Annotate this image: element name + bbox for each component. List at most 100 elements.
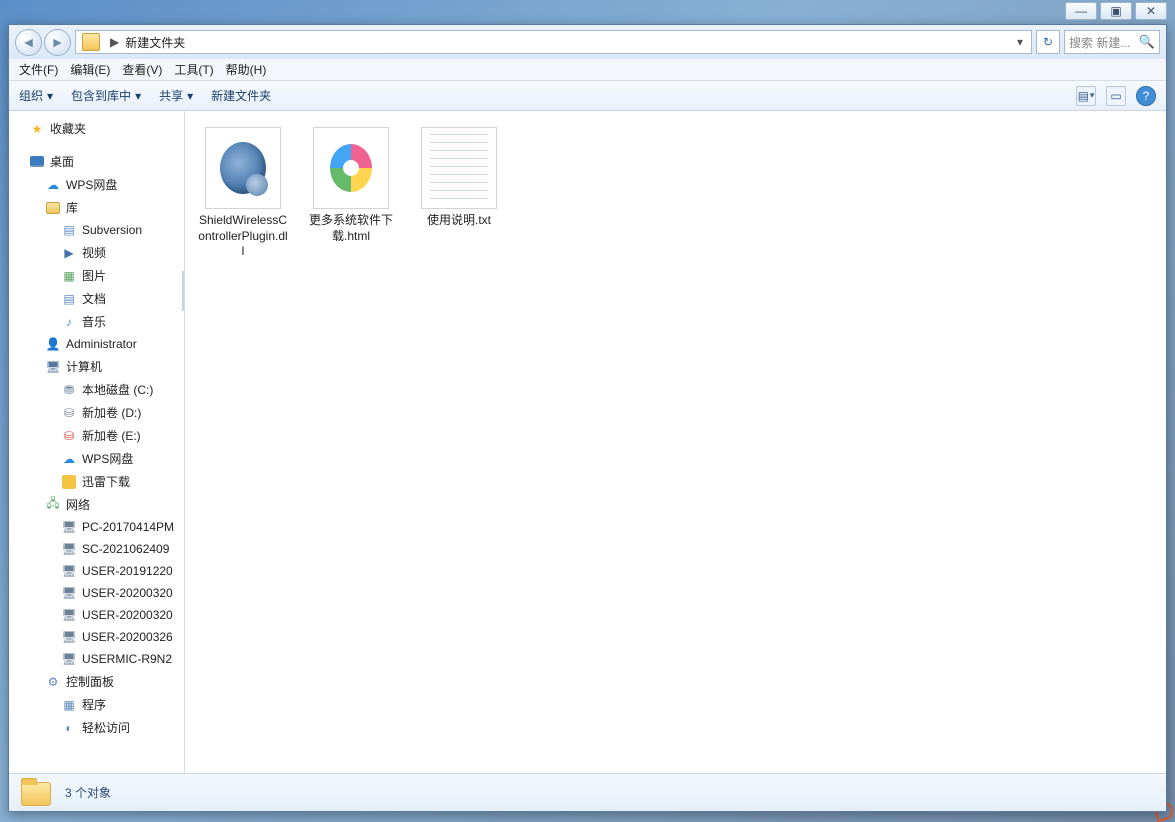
- file-name: ShieldWirelessControllerPlugin.dll: [197, 213, 289, 260]
- html-icon: [313, 127, 389, 209]
- tree-net-pc[interactable]: 🖥USER-20200320: [9, 582, 184, 604]
- back-button[interactable]: ◄: [15, 29, 42, 56]
- computer-icon: 🖥: [45, 359, 61, 375]
- user-icon: 👤: [45, 336, 61, 352]
- tree-net-pc[interactable]: 🖥USER-20191220: [9, 560, 184, 582]
- minimize-button[interactable]: —: [1065, 2, 1097, 20]
- pc-icon: 🖥: [61, 541, 77, 557]
- tree-subversion[interactable]: ▤Subversion: [9, 219, 184, 241]
- file-item[interactable]: ShieldWirelessControllerPlugin.dll: [193, 123, 293, 264]
- maximize-button[interactable]: ▣: [1100, 2, 1132, 20]
- video-icon: ▶: [61, 245, 77, 261]
- tree: ★收藏夹 桌面 ☁WPS网盘 库 ▤Subversion ▶视频 ▦图片 ▤文档…: [9, 117, 184, 739]
- search-placeholder: 搜索 新建...: [1069, 34, 1130, 51]
- chevron-down-icon: ▾: [135, 89, 141, 103]
- tree-net-pc[interactable]: 🖥SC-2021062409: [9, 538, 184, 560]
- preview-pane-button[interactable]: ▭: [1106, 86, 1126, 106]
- tree-network[interactable]: 🖧网络: [9, 493, 184, 516]
- navigation-pane[interactable]: ★收藏夹 桌面 ☁WPS网盘 库 ▤Subversion ▶视频 ▦图片 ▤文档…: [9, 111, 185, 773]
- drive-icon: ⛁: [61, 428, 77, 444]
- pc-icon: 🖥: [61, 607, 77, 623]
- file-name: 更多系统软件下载.html: [305, 213, 397, 244]
- folder-icon: [82, 33, 100, 51]
- tree-control-panel[interactable]: ⚙控制面板: [9, 670, 184, 693]
- picture-icon: ▦: [61, 268, 77, 284]
- tree-wps2[interactable]: ☁WPS网盘: [9, 447, 184, 470]
- refresh-button[interactable]: ↻: [1036, 30, 1060, 54]
- status-bar: 3 个对象: [9, 773, 1166, 811]
- tree-programs[interactable]: ▦程序: [9, 693, 184, 716]
- view-mode-button[interactable]: ▤▾: [1076, 86, 1096, 106]
- cmd-include-library[interactable]: 包含到库中▾: [71, 87, 141, 104]
- search-input[interactable]: 搜索 新建... 🔍: [1064, 30, 1160, 54]
- desktop-icon: [29, 154, 45, 170]
- cloud-icon: ☁: [61, 451, 77, 467]
- tree-net-pc[interactable]: 🖥PC-20170414PM: [9, 516, 184, 538]
- close-button[interactable]: ✕: [1135, 2, 1167, 20]
- drive-icon: ⛃: [61, 382, 77, 398]
- menu-view[interactable]: 查看(V): [122, 61, 162, 78]
- explorer-window: — ▣ ✕ ◄ ► ▶ 新建文件夹 ▾ ↻ 搜索 新建... 🔍 文件(F) 编…: [8, 24, 1167, 812]
- pc-icon: 🖥: [61, 519, 77, 535]
- tree-administrator[interactable]: 👤Administrator: [9, 333, 184, 355]
- address-row: ◄ ► ▶ 新建文件夹 ▾ ↻ 搜索 新建... 🔍: [9, 25, 1166, 59]
- folder-icon: [19, 778, 53, 808]
- tree-edrive[interactable]: ⛁新加卷 (E:): [9, 424, 184, 447]
- breadcrumb-sep-icon: ▶: [110, 35, 119, 49]
- window-controls: — ▣ ✕: [1062, 2, 1167, 20]
- menu-edit[interactable]: 编辑(E): [70, 61, 110, 78]
- file-name: 使用说明.txt: [427, 213, 491, 229]
- tree-wps[interactable]: ☁WPS网盘: [9, 173, 184, 196]
- network-icon: 🖧: [45, 497, 61, 513]
- music-icon: ♪: [61, 314, 77, 330]
- star-icon: ★: [29, 121, 45, 137]
- tree-favorites[interactable]: ★收藏夹: [9, 117, 184, 140]
- thunder-icon: [61, 474, 77, 490]
- tree-computer[interactable]: 🖥计算机: [9, 355, 184, 378]
- tree-ddrive[interactable]: ⛁新加卷 (D:): [9, 401, 184, 424]
- tree-documents[interactable]: ▤文档: [9, 287, 184, 310]
- nav-buttons: ◄ ►: [15, 29, 71, 56]
- file-item[interactable]: 更多系统软件下载.html: [301, 123, 401, 264]
- forward-button[interactable]: ►: [44, 29, 71, 56]
- pc-icon: 🖥: [61, 563, 77, 579]
- chevron-down-icon: ▾: [47, 89, 53, 103]
- tree-net-pc[interactable]: 🖥USER-20200326: [9, 626, 184, 648]
- tree-net-pc[interactable]: 🖥USER-20200320: [9, 604, 184, 626]
- tree-music[interactable]: ♪音乐: [9, 310, 184, 333]
- tree-desktop[interactable]: 桌面: [9, 150, 184, 173]
- drive-icon: ⛁: [61, 405, 77, 421]
- library-icon: [45, 200, 61, 216]
- pc-icon: 🖥: [61, 651, 77, 667]
- menu-bar: 文件(F) 编辑(E) 查看(V) 工具(T) 帮助(H): [9, 59, 1166, 81]
- tree-ease[interactable]: ◐轻松访问: [9, 716, 184, 739]
- breadcrumb-current[interactable]: 新建文件夹: [125, 34, 185, 51]
- desktop-background: [0, 0, 1175, 24]
- address-bar[interactable]: ▶ 新建文件夹 ▾: [75, 30, 1032, 54]
- document-icon: ▤: [61, 291, 77, 307]
- tree-pictures[interactable]: ▦图片: [9, 264, 184, 287]
- dll-icon: [205, 127, 281, 209]
- menu-help[interactable]: 帮助(H): [226, 61, 267, 78]
- menu-tools[interactable]: 工具(T): [174, 61, 213, 78]
- ease-icon: ◐: [61, 720, 77, 736]
- tree-thunder[interactable]: 迅雷下载: [9, 470, 184, 493]
- tree-net-pc[interactable]: 🖥USERMIC-R9N2: [9, 648, 184, 670]
- cmd-organize[interactable]: 组织▾: [19, 87, 53, 104]
- file-list[interactable]: ShieldWirelessControllerPlugin.dll 更多系统软…: [185, 111, 1166, 773]
- cmd-new-folder[interactable]: 新建文件夹: [211, 87, 271, 104]
- menu-file[interactable]: 文件(F): [19, 61, 58, 78]
- pc-icon: 🖥: [61, 585, 77, 601]
- splitter-handle[interactable]: [182, 271, 185, 311]
- status-text: 3 个对象: [65, 784, 111, 801]
- tree-cdrive[interactable]: ⛃本地磁盘 (C:): [9, 378, 184, 401]
- cmd-share[interactable]: 共享▾: [159, 87, 193, 104]
- file-icon: ▤: [61, 222, 77, 238]
- file-item[interactable]: 使用说明.txt: [409, 123, 509, 264]
- address-dropdown-icon[interactable]: ▾: [1011, 35, 1029, 49]
- tree-video[interactable]: ▶视频: [9, 241, 184, 264]
- programs-icon: ▦: [61, 697, 77, 713]
- body-split: ★收藏夹 桌面 ☁WPS网盘 库 ▤Subversion ▶视频 ▦图片 ▤文档…: [9, 111, 1166, 773]
- tree-library[interactable]: 库: [9, 196, 184, 219]
- help-button[interactable]: ?: [1136, 86, 1156, 106]
